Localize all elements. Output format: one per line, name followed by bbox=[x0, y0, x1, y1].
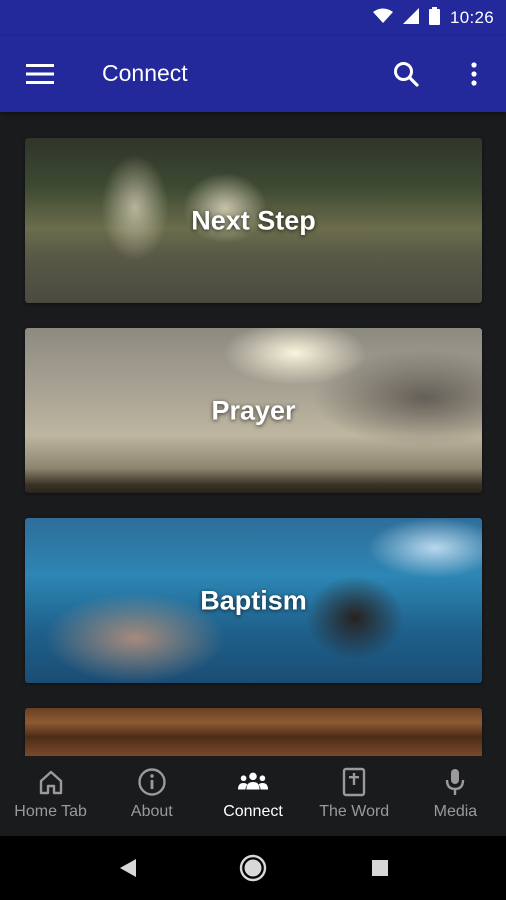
signal-icon bbox=[402, 7, 419, 29]
home-icon bbox=[35, 766, 67, 798]
wifi-icon bbox=[372, 8, 393, 29]
hamburger-menu-icon bbox=[26, 64, 54, 84]
nav-label: The Word bbox=[319, 803, 390, 820]
nav-label: Media bbox=[433, 803, 478, 820]
recents-square-icon bbox=[372, 860, 388, 876]
bible-icon bbox=[338, 766, 370, 798]
status-time: 10:26 bbox=[449, 8, 494, 27]
info-icon bbox=[136, 766, 168, 798]
nav-the-word[interactable]: The Word bbox=[304, 756, 405, 836]
card-partial[interactable] bbox=[25, 708, 482, 756]
bottom-navigation: Home Tab About Connect The Word Media bbox=[0, 756, 506, 836]
search-button[interactable] bbox=[386, 56, 426, 92]
home-button[interactable] bbox=[235, 850, 271, 886]
nav-about[interactable]: About bbox=[101, 756, 202, 836]
battery-icon bbox=[428, 6, 440, 30]
card-label: Baptism bbox=[200, 585, 307, 615]
menu-button[interactable] bbox=[20, 56, 60, 92]
card-baptism[interactable]: Baptism bbox=[25, 518, 482, 683]
search-icon bbox=[394, 62, 419, 87]
recents-button[interactable] bbox=[362, 850, 398, 886]
nav-home-tab[interactable]: Home Tab bbox=[0, 756, 101, 836]
nav-media[interactable]: Media bbox=[405, 756, 506, 836]
app-bar: Connect bbox=[0, 36, 506, 112]
status-icons: 10:26 bbox=[372, 0, 494, 36]
page-title: Connect bbox=[102, 60, 188, 86]
card-list: Next Step Prayer Baptism bbox=[0, 112, 506, 756]
nav-label: About bbox=[130, 803, 173, 820]
card-label: Next Step bbox=[191, 205, 316, 235]
back-triangle-icon bbox=[120, 859, 136, 877]
nav-label: Connect bbox=[223, 803, 283, 820]
overflow-menu-button[interactable] bbox=[456, 56, 492, 92]
more-vertical-icon bbox=[471, 62, 477, 86]
microphone-icon bbox=[439, 766, 471, 798]
group-icon bbox=[237, 766, 269, 798]
nav-connect[interactable]: Connect bbox=[202, 756, 303, 836]
status-bar: 10:26 bbox=[0, 0, 506, 36]
back-button[interactable] bbox=[110, 850, 146, 886]
card-prayer[interactable]: Prayer bbox=[25, 328, 482, 493]
home-circle-icon bbox=[239, 854, 267, 882]
card-next-step[interactable]: Next Step bbox=[25, 138, 482, 303]
nav-label: Home Tab bbox=[14, 803, 87, 820]
card-label: Prayer bbox=[211, 395, 296, 425]
system-navigation-bar bbox=[0, 836, 506, 900]
